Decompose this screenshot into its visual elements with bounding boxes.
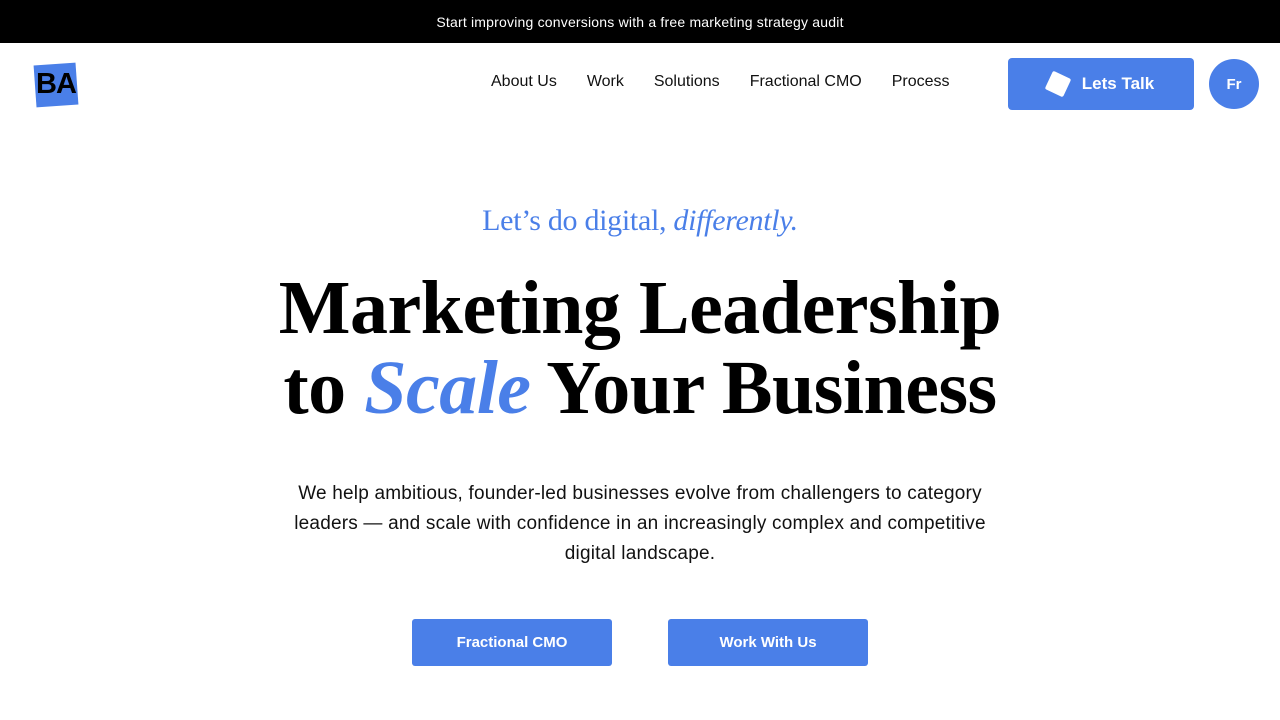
- fractional-cmo-button-label: Fractional CMO: [456, 634, 568, 651]
- eyebrow-main: Let’s do digital,: [482, 204, 674, 237]
- eyebrow-italic: differently.: [673, 204, 798, 237]
- headline-line1: Marketing Leadership: [278, 266, 1002, 350]
- nav-item-about-us[interactable]: About Us: [491, 73, 557, 91]
- hero-subtext: We help ambitious, founder-led businesse…: [294, 483, 986, 564]
- nav-item-fractional-cmo[interactable]: Fractional CMO: [750, 73, 862, 91]
- lets-talk-label: Lets Talk: [1081, 74, 1155, 93]
- fractional-cmo-button[interactable]: Fractional CMO: [412, 619, 612, 666]
- work-with-us-button[interactable]: Work With Us: [668, 619, 868, 666]
- headline-accent: Scale: [364, 346, 531, 430]
- diamond-icon: [1044, 70, 1072, 98]
- logo-text: BA: [36, 68, 77, 100]
- nav-item-solutions[interactable]: Solutions: [654, 73, 720, 91]
- site-header: BA About Us Work Solutions Fractional CM…: [0, 43, 1280, 125]
- work-with-us-button-label: Work With Us: [719, 634, 817, 651]
- language-label: Fr: [1226, 75, 1242, 93]
- logo[interactable]: BA: [32, 62, 80, 108]
- hero-headline: Marketing Leadership to Scale Your Busin…: [0, 268, 1280, 428]
- nav-item-process[interactable]: Process: [892, 73, 950, 91]
- hero-eyebrow: Let’s do digital, differently.: [0, 204, 1280, 238]
- lets-talk-button[interactable]: Lets Talk: [1008, 58, 1194, 110]
- headline-rest: Your Business: [530, 346, 997, 430]
- nav-item-work[interactable]: Work: [587, 73, 624, 91]
- headline-to: to: [283, 346, 365, 430]
- main-nav: About Us Work Solutions Fractional CMO P…: [491, 73, 950, 91]
- announcement-text[interactable]: Start improving conversions with a free …: [436, 14, 843, 30]
- language-toggle-button[interactable]: Fr: [1209, 59, 1259, 109]
- announcement-bar[interactable]: Start improving conversions with a free …: [0, 0, 1280, 43]
